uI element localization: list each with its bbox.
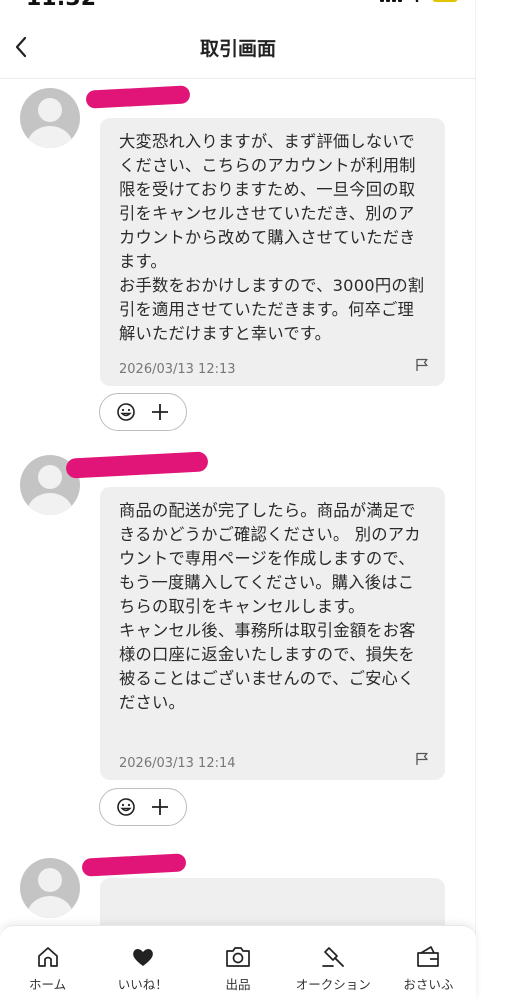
avatar[interactable] bbox=[20, 88, 80, 148]
nav-likes[interactable]: いいね！ bbox=[95, 926, 190, 1000]
redacted-username bbox=[65, 451, 209, 479]
battery-icon bbox=[432, 0, 458, 2]
nav-label: おさいふ bbox=[403, 977, 454, 992]
status-icons bbox=[380, 0, 458, 2]
heart-icon bbox=[132, 949, 153, 966]
nav-label: 出品 bbox=[225, 977, 251, 992]
status-time: 11:32 bbox=[26, 0, 96, 11]
message-timestamp: 2026/03/13 12:13 bbox=[119, 362, 236, 377]
plus-icon bbox=[152, 799, 168, 815]
bottom-navigation: ホーム いいね！ 出品 オークション おさいふ bbox=[0, 925, 476, 1000]
camera-icon bbox=[226, 947, 250, 967]
smile-icon bbox=[117, 798, 135, 816]
nav-label: ホーム bbox=[29, 977, 67, 992]
nav-auction[interactable]: オークション bbox=[286, 926, 381, 1000]
wallet-icon bbox=[417, 946, 440, 967]
flag-icon[interactable] bbox=[415, 752, 429, 766]
header: 取引画面 bbox=[0, 20, 476, 79]
smile-icon bbox=[117, 403, 135, 421]
nav-sell[interactable]: 出品 bbox=[190, 926, 285, 1000]
plus-icon bbox=[152, 404, 168, 420]
auction-hammer-icon bbox=[322, 947, 345, 967]
home-icon bbox=[37, 947, 58, 967]
signal-icon bbox=[380, 0, 402, 2]
message-text: 商品の配送が完了したら。商品が満足できるかどうかご確認ください。 別のアカウント… bbox=[119, 501, 421, 712]
message-bubble: 大変恐れ入りますが、まず評価しないでください、こちらのアカウントが利用制限を受け… bbox=[100, 118, 445, 386]
message-text: 大変恐れ入りますが、まず評価しないでください、こちらのアカウントが利用制限を受け… bbox=[119, 132, 425, 343]
message-bubble: 商品の配送が完了したら。商品が満足できるかどうかご確認ください。 別のアカウント… bbox=[100, 487, 445, 780]
wifi-icon bbox=[415, 0, 419, 2]
nav-home[interactable]: ホーム bbox=[0, 926, 95, 1000]
avatar[interactable] bbox=[20, 858, 80, 918]
status-bar: 11:32 bbox=[0, 0, 476, 14]
nav-label: オークション bbox=[295, 977, 371, 992]
nav-wallet[interactable]: おさいふ bbox=[381, 926, 476, 1000]
nav-label: いいね！ bbox=[117, 977, 168, 992]
message-timestamp: 2026/03/13 12:14 bbox=[119, 756, 236, 771]
add-reaction-button[interactable] bbox=[99, 393, 187, 431]
right-edge-strip bbox=[475, 0, 510, 999]
add-reaction-button[interactable] bbox=[99, 788, 187, 826]
redacted-username bbox=[85, 85, 191, 109]
page-title: 取引画面 bbox=[199, 38, 276, 60]
redacted-username bbox=[81, 853, 187, 877]
flag-icon[interactable] bbox=[415, 358, 429, 372]
